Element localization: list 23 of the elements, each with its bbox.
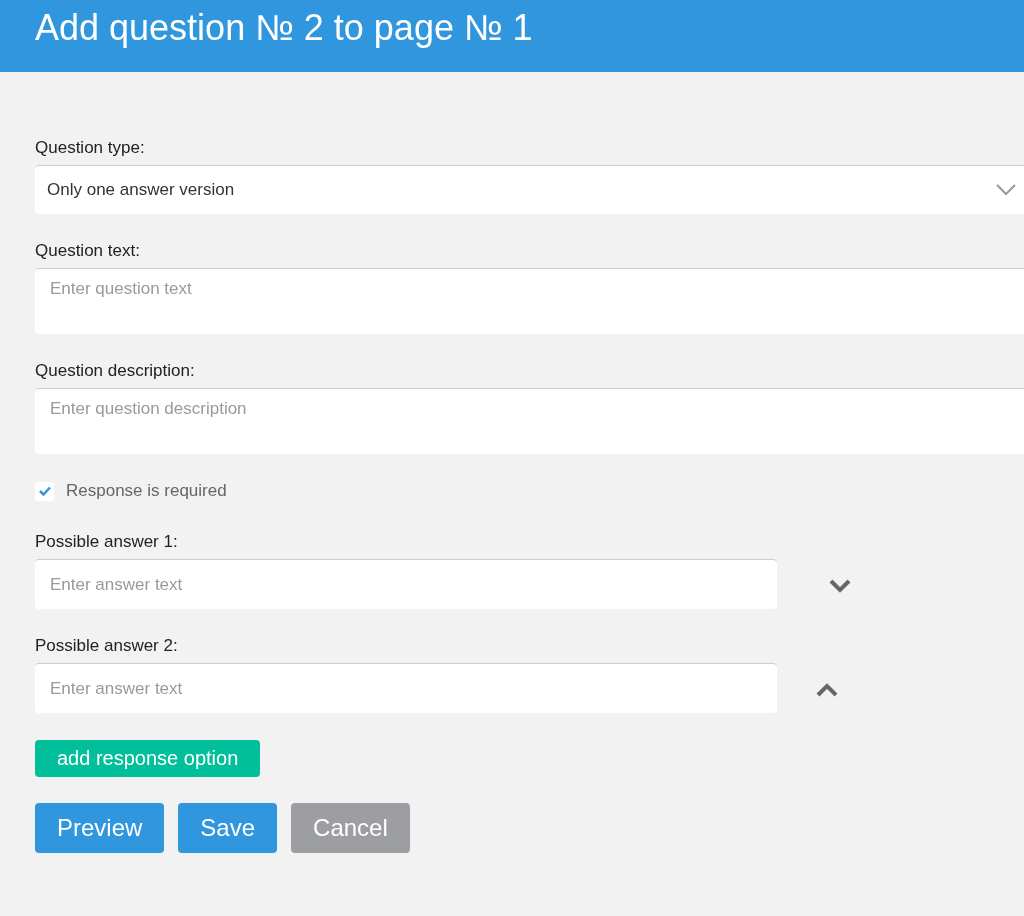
field-label: Possible answer 1: (35, 532, 178, 552)
form-button[interactable]: Save (178, 803, 278, 853)
add-response-option-button[interactable]: add response option (35, 740, 261, 777)
question-description-field[interactable]: Enter question description (35, 388, 1024, 454)
move-down-button[interactable] (828, 577, 852, 593)
field-label: Possible answer 2: (35, 636, 178, 656)
field-label: Question type: (35, 138, 145, 158)
page-title: Add question № 2 to page № 1 (35, 6, 533, 50)
chevron-down-icon (828, 577, 852, 593)
checkbox-label: Response is required (66, 481, 227, 501)
form-button[interactable]: Cancel (291, 803, 410, 853)
question-type-select[interactable]: Only one answer version (35, 165, 1024, 214)
chevron-up-icon (815, 682, 839, 698)
field-label: Question description: (35, 361, 195, 381)
checkmark-icon (38, 486, 51, 496)
form-button[interactable]: Preview (35, 803, 165, 853)
field-label: Question text: (35, 241, 140, 261)
answer-field[interactable]: Enter answer text (35, 559, 777, 609)
move-up-button[interactable] (815, 682, 839, 698)
answer-field[interactable]: Enter answer text (35, 663, 777, 713)
chevron-down-icon (996, 184, 1016, 196)
required-checkbox[interactable] (35, 481, 54, 501)
question-text-field[interactable]: Enter question text (35, 268, 1024, 334)
